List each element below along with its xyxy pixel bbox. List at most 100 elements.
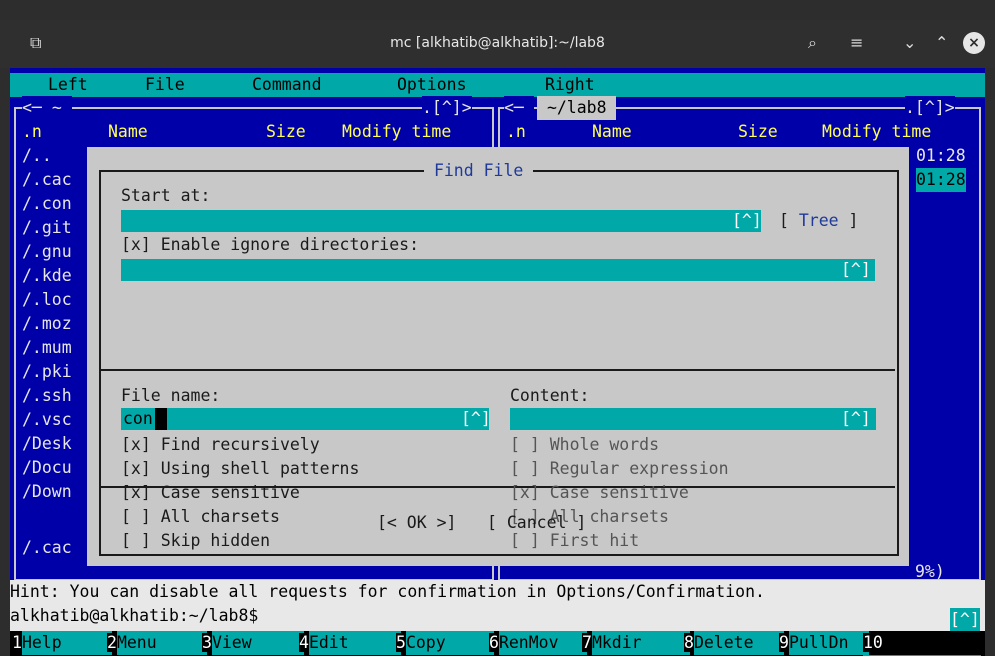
fkey-edit[interactable]: 4Edit: [299, 631, 401, 655]
fkey-label: Mkdir: [591, 631, 690, 655]
dialog-title: Find File: [424, 159, 534, 183]
left-file-row[interactable]: /.kde: [22, 264, 72, 288]
left-panel-hist[interactable]: .[^]>: [422, 96, 472, 120]
content-hist-button[interactable]: [^]: [841, 407, 871, 431]
find-file-dialog: Find File Start at: [^] [ Tree ] [x] Ena…: [87, 147, 909, 566]
left-file-row[interactable]: /Docu: [22, 456, 72, 480]
fkey-number: 3: [202, 633, 212, 652]
left-panel-path: <─ ~: [22, 96, 72, 120]
window-titlebar: ⧉ mc [alkhatib@alkhatib]:~/lab8 ⌕ ≡ ⌄ ⌃ …: [0, 20, 995, 68]
right-panel-arrow: <─: [504, 96, 534, 120]
left-col-name[interactable]: Name: [108, 120, 148, 144]
file-name-input[interactable]: con: [121, 408, 489, 430]
fkey-help[interactable]: 1Help: [12, 631, 112, 655]
opt-shell-patterns[interactable]: [x] Using shell patterns: [121, 457, 359, 481]
fkey-copy[interactable]: 5Copy: [396, 631, 494, 655]
left-col-n: .n: [22, 122, 42, 141]
opt-skip-hidden[interactable]: [ ] Skip hidden: [121, 529, 270, 553]
ignore-dirs-checkbox[interactable]: [x] Enable ignore directories:: [121, 233, 419, 257]
right-time-1: 01:28: [916, 146, 966, 165]
left-file-row[interactable]: /.vsc: [22, 408, 72, 432]
fkey-pulldn[interactable]: 9PullDn: [779, 631, 869, 655]
content-input[interactable]: [510, 408, 876, 430]
fkey-label: Copy: [405, 631, 494, 655]
left-file-row[interactable]: /Desk: [22, 432, 72, 456]
opt-all-charsets-left[interactable]: [ ] All charsets: [121, 505, 280, 529]
window-title: mc [alkhatib@alkhatib]:~/lab8: [390, 35, 605, 51]
left-file-row[interactable]: /..: [22, 144, 52, 168]
ignore-dirs-hist-button[interactable]: [^]: [841, 258, 871, 282]
mc-terminal: Left File Command Options Right <─ ~ .[^…: [10, 68, 985, 656]
opt-whole-words[interactable]: [ ] Whole words: [510, 433, 659, 457]
fkey-label: Menu: [116, 631, 207, 655]
left-file-row[interactable]: /.pki: [22, 360, 72, 384]
fkey-mkdir[interactable]: 7Mkdir: [582, 631, 690, 655]
left-file-row[interactable]: /.loc: [22, 288, 72, 312]
right-col-name[interactable]: Name: [592, 120, 632, 144]
opt-find-recursively[interactable]: [x] Find recursively: [121, 433, 320, 457]
fkey-label: View: [211, 631, 304, 655]
fkey-label: Edit: [308, 631, 401, 655]
fkey-number: 4: [299, 633, 309, 652]
right-panel-hist[interactable]: .[^]>: [905, 96, 955, 120]
fkey-view[interactable]: 3View: [202, 631, 304, 655]
left-file-row[interactable]: /Down: [22, 480, 72, 504]
fkey-label: Delete: [693, 631, 784, 655]
left-col-size[interactable]: Size: [266, 120, 306, 144]
shell-prompt[interactable]: alkhatib@alkhatib:~/lab8$: [10, 604, 258, 628]
cancel-button[interactable]: [ Cancel ]: [487, 511, 586, 535]
right-col-n: .n: [506, 122, 526, 141]
fkey-menu[interactable]: 2Menu: [107, 631, 207, 655]
left-file-row[interactable]: /.mum: [22, 336, 72, 360]
opt-case-sensitive-left[interactable]: [x] Case sensitive: [121, 481, 300, 505]
search-icon[interactable]: ⌕: [808, 33, 817, 53]
start-at-hist-button[interactable]: [^]: [732, 209, 762, 233]
menu-options[interactable]: Options: [397, 73, 467, 97]
close-icon[interactable]: ×: [963, 32, 985, 54]
menu-file[interactable]: File: [145, 73, 185, 97]
prompt-hist-button[interactable]: [^]: [950, 608, 980, 632]
menu-command[interactable]: Command: [252, 73, 322, 97]
fkey-renmov[interactable]: 6RenMov: [489, 631, 587, 655]
menu-left[interactable]: Left: [48, 73, 88, 97]
fkey-label: Help: [21, 631, 112, 655]
ok-button[interactable]: [< OK >]: [377, 511, 456, 535]
left-file-row[interactable]: /.moz: [22, 312, 72, 336]
dialog-divider: [99, 369, 895, 371]
menu-right[interactable]: Right: [545, 73, 595, 97]
right-col-time[interactable]: Modify time: [822, 120, 931, 144]
opt-regex[interactable]: [ ] Regular expression: [510, 457, 729, 481]
file-name-hist-button[interactable]: [^]: [461, 407, 491, 431]
chevron-down-icon[interactable]: ⌄: [903, 33, 916, 52]
left-file-row[interactable]: /.gnu: [22, 240, 72, 264]
start-at-label: Start at:: [121, 186, 211, 205]
left-file-row[interactable]: /.con: [22, 192, 72, 216]
mc-menubar: Left File Command Options Right: [10, 73, 985, 97]
terminal-window: ⧉ mc [alkhatib@alkhatib]:~/lab8 ⌕ ≡ ⌄ ⌃ …: [0, 0, 995, 656]
left-file-row[interactable]: /.git: [22, 216, 72, 240]
chevron-up-icon[interactable]: ⌃: [935, 33, 948, 52]
left-file-row[interactable]: /.ssh: [22, 384, 72, 408]
tree-button[interactable]: [ Tree ]: [779, 209, 859, 233]
hint-text: Hint: You can disable all requests for c…: [10, 582, 765, 601]
start-at-input[interactable]: [121, 210, 761, 232]
fkey-number: 10: [863, 633, 883, 652]
ignore-dirs-input[interactable]: [121, 259, 875, 281]
content-label: Content:: [510, 386, 590, 405]
fkey-label: RenMov: [498, 631, 587, 655]
fkey-quit[interactable]: 10Quit: [863, 631, 985, 656]
function-key-bar: 1Help 2Menu 3View 4Edit 5Copy 6RenMov 7Mkdir 8D…: [10, 631, 985, 656]
opt-case-sensitive-right[interactable]: [x] Case sensitive: [510, 481, 689, 505]
fkey-delete[interactable]: 8Delete: [684, 631, 784, 655]
fkey-number: 1: [12, 633, 22, 652]
fkey-number: 5: [396, 633, 406, 652]
file-name-label: File name:: [121, 386, 221, 405]
right-col-size[interactable]: Size: [738, 120, 778, 144]
menu-icon[interactable]: ≡: [850, 33, 863, 52]
fkey-number: 9: [779, 633, 789, 652]
left-col-time[interactable]: Modify time: [342, 120, 451, 144]
left-file-row[interactable]: /.cac: [22, 168, 72, 192]
right-time-2[interactable]: 01:28: [916, 168, 966, 192]
left-status: /.cac: [22, 538, 72, 557]
right-panel-path: ~/lab8: [537, 96, 617, 120]
